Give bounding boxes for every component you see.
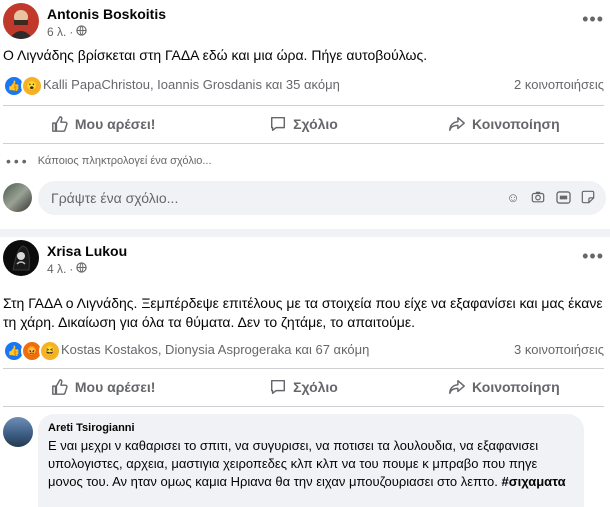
divider [3, 105, 604, 106]
post-author[interactable]: Antonis Boskoitis [47, 6, 166, 22]
share-icon [449, 379, 465, 395]
reaction-summary[interactable]: 👍 😡 😆 Kostas Kostakos, Dionysia Asproger… [3, 340, 604, 362]
post-actions: Μου αρέσει! Σχόλιο Κοινοποίηση [3, 370, 604, 404]
comment-button[interactable]: Σχόλιο [203, 370, 403, 404]
comment-text: Ε ναι μεχρι ν καθαρισει το σπιτι, να συγ… [48, 438, 566, 489]
typing-dots-icon: ••• [6, 153, 30, 169]
post-meta: 6 λ. · [47, 25, 88, 39]
divider [3, 368, 604, 369]
globe-icon [76, 262, 88, 276]
post-antonis: Antonis Boskoitis 6 λ. · ••• Ο Λιγνάδης … [0, 0, 610, 229]
comment-icon [271, 379, 286, 395]
typing-text: Κάποιος πληκτρολογεί ένα σχόλιο... [37, 155, 212, 167]
post-time[interactable]: 6 λ. [47, 25, 66, 39]
post-meta: 4 λ. · [47, 262, 88, 276]
post-author[interactable]: Xrisa Lukou [47, 243, 127, 259]
gif-icon[interactable] [555, 189, 571, 205]
like-button[interactable]: Μου αρέσει! [3, 107, 203, 141]
share-button[interactable]: Κοινοποίηση [404, 107, 604, 141]
divider [3, 143, 604, 144]
typing-indicator: ••• Κάποιος πληκτρολογεί ένα σχόλιο... [6, 153, 212, 169]
thumbs-up-icon [51, 379, 68, 395]
comment-icon [271, 116, 286, 132]
comment-input[interactable]: Γράψτε ένα σχόλιο... ☺ [38, 181, 606, 215]
commenter-avatar[interactable] [3, 417, 33, 447]
camera-icon[interactable] [530, 189, 546, 205]
like-button[interactable]: Μου αρέσει! [3, 370, 203, 404]
comment-composer: Γράψτε ένα σχόλιο... ☺ [3, 181, 610, 215]
post-header: Antonis Boskoitis 6 λ. · ••• [0, 0, 610, 50]
commenter-name[interactable]: Areti Tsirogianni [48, 422, 135, 434]
share-button[interactable]: Κοινοποίηση [404, 370, 604, 404]
hashtag-link[interactable]: #σιχαματα [501, 474, 565, 489]
more-options-icon[interactable]: ••• [582, 9, 604, 30]
post-header: Xrisa Lukou 4 λ. · ••• [0, 237, 610, 287]
post-time[interactable]: 4 λ. [47, 262, 66, 276]
comment-placeholder: Γράψτε ένα σχόλιο... [51, 190, 179, 206]
haha-icon: 😆 [39, 340, 61, 362]
comment-button[interactable]: Σχόλιο [203, 107, 403, 141]
sticker-icon[interactable] [580, 189, 596, 205]
reaction-summary[interactable]: 👍 😮 Kalli PapaChristou, Ioannis Grosdani… [3, 75, 604, 97]
post-actions: Μου αρέσει! Σχόλιο Κοινοποίηση [3, 107, 604, 141]
comment-bubble: Areti Tsirogianni Ε ναι μεχρι ν καθαρισε… [38, 414, 584, 507]
share-icon [449, 116, 465, 132]
comment-item: Areti Tsirogianni Ε ναι μεχρι ν καθαρισε… [0, 414, 610, 507]
avatar[interactable] [3, 3, 39, 39]
share-count[interactable]: 3 κοινοποιήσεις [514, 342, 604, 357]
emoji-icon[interactable]: ☺ [505, 189, 521, 205]
share-count[interactable]: 2 κοινοποιήσεις [514, 77, 604, 92]
avatar[interactable] [3, 240, 39, 276]
reaction-names[interactable]: Kalli PapaChristou, Ioannis Grosdanis κα… [43, 77, 340, 92]
divider [3, 406, 604, 407]
globe-icon [76, 25, 88, 39]
post-text: Στη ΓΑΔΑ ο Λιγνάδης. Ξεμπέρδεψε επιτέλου… [3, 295, 603, 330]
reaction-names[interactable]: Kostas Kostakos, Dionysia Asprogeraka κα… [61, 342, 369, 357]
post-text: Ο Λιγνάδης βρίσκεται στη ΓΑΔΑ εδώ και μι… [3, 47, 428, 63]
current-user-avatar[interactable] [3, 183, 32, 212]
wow-icon: 😮 [21, 75, 43, 97]
more-options-icon[interactable]: ••• [582, 246, 604, 267]
post-xrisa: Xrisa Lukou 4 λ. · ••• Στη ΓΑΔΑ ο Λιγνάδ… [0, 237, 610, 507]
thumbs-up-icon [51, 116, 68, 132]
